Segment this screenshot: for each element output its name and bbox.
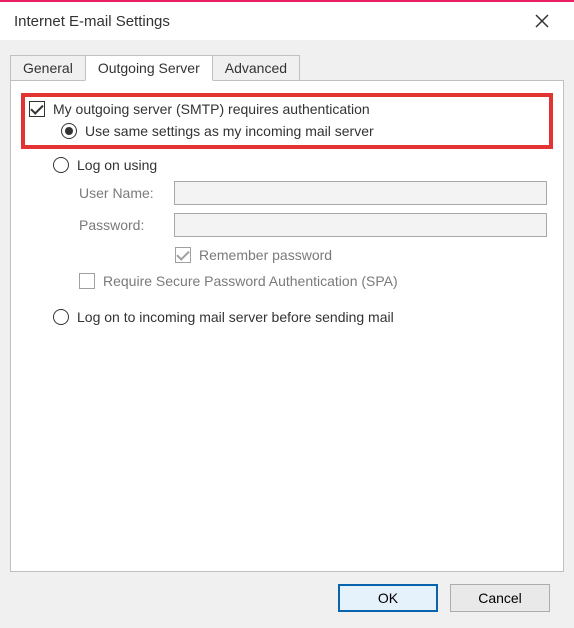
cancel-button[interactable]: Cancel	[450, 584, 550, 612]
email-settings-dialog: Internet E-mail Settings General Outgoin…	[0, 0, 574, 628]
remember-password-label: Remember password	[199, 247, 332, 263]
tab-strip: General Outgoing Server Advanced	[10, 52, 564, 80]
tab-panel-outgoing: My outgoing server (SMTP) requires authe…	[10, 80, 564, 572]
highlight-annotation: My outgoing server (SMTP) requires authe…	[21, 93, 553, 149]
tab-outgoing-server[interactable]: Outgoing Server	[85, 55, 213, 81]
log-on-before-row[interactable]: Log on to incoming mail server before se…	[53, 309, 547, 325]
password-label: Password:	[79, 217, 174, 233]
radio-icon	[61, 123, 77, 139]
username-input[interactable]	[174, 181, 547, 205]
requires-auth-row[interactable]: My outgoing server (SMTP) requires authe…	[29, 101, 545, 117]
radio-icon	[53, 157, 69, 173]
log-on-using-row[interactable]: Log on using	[53, 157, 547, 173]
password-input[interactable]	[174, 213, 547, 237]
require-spa-label: Require Secure Password Authentication (…	[103, 273, 398, 289]
use-same-settings-row[interactable]: Use same settings as my incoming mail se…	[61, 123, 545, 139]
checkbox-icon	[79, 273, 95, 289]
dialog-body: General Outgoing Server Advanced My outg…	[0, 40, 574, 628]
titlebar: Internet E-mail Settings	[0, 0, 574, 40]
close-icon	[535, 14, 549, 28]
window-title: Internet E-mail Settings	[14, 13, 170, 30]
username-row: User Name:	[79, 181, 547, 205]
checkbox-icon	[175, 247, 191, 263]
use-same-settings-label: Use same settings as my incoming mail se…	[85, 123, 374, 139]
log-on-before-label: Log on to incoming mail server before se…	[77, 309, 394, 325]
log-on-using-label: Log on using	[77, 157, 157, 173]
tab-advanced[interactable]: Advanced	[212, 55, 300, 80]
tab-general[interactable]: General	[10, 55, 86, 80]
username-label: User Name:	[79, 185, 174, 201]
radio-icon	[53, 309, 69, 325]
requires-auth-label: My outgoing server (SMTP) requires authe…	[53, 101, 370, 117]
password-row: Password:	[79, 213, 547, 237]
checkbox-icon	[29, 101, 45, 117]
close-button[interactable]	[522, 1, 562, 41]
button-bar: OK Cancel	[10, 572, 564, 628]
ok-button[interactable]: OK	[338, 584, 438, 612]
require-spa-row: Require Secure Password Authentication (…	[79, 273, 547, 289]
remember-password-row: Remember password	[175, 247, 547, 263]
